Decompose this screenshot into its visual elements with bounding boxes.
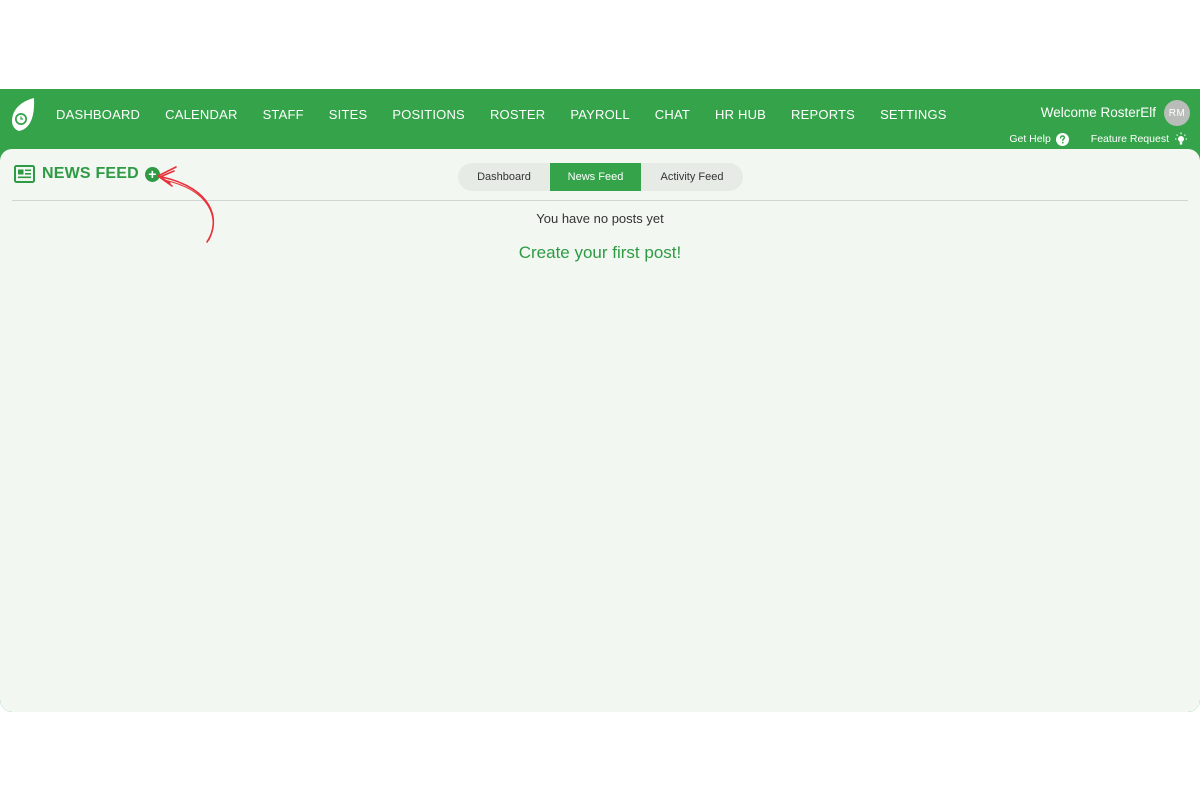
- tab-news-feed[interactable]: News Feed: [550, 163, 641, 191]
- create-first-post-label: Create your first post!: [518, 243, 682, 262]
- divider: [12, 200, 1188, 201]
- page-title: NEWS FEED +: [14, 165, 160, 183]
- feature-request-label: Feature Request: [1090, 133, 1169, 145]
- nav-dashboard[interactable]: DASHBOARD: [44, 103, 152, 126]
- avatar-initials: RM: [1168, 107, 1186, 119]
- tab-dashboard[interactable]: Dashboard: [458, 163, 550, 191]
- feature-request-link[interactable]: Feature Request: [1091, 132, 1188, 146]
- empty-state-message: You have no posts yet: [536, 211, 664, 226]
- main-nav: DASHBOARD CALENDAR STAFF SITES POSITIONS…: [44, 103, 960, 126]
- page-title-text: NEWS FEED: [42, 165, 139, 182]
- avatar[interactable]: RM: [1164, 100, 1190, 126]
- help-bar: Get Help Feature Request: [987, 132, 1188, 146]
- nav-staff[interactable]: STAFF: [251, 103, 316, 126]
- lightbulb-icon: [1175, 132, 1187, 145]
- get-help-label: Get Help: [1009, 133, 1051, 145]
- tab-activity-feed[interactable]: Activity Feed: [641, 163, 743, 191]
- logo-icon[interactable]: [6, 95, 38, 135]
- feed-tabs: Dashboard News Feed Activity Feed: [458, 163, 743, 191]
- nav-calendar[interactable]: CALENDAR: [153, 103, 249, 126]
- create-first-post-link[interactable]: Create your first post!: [0, 243, 1200, 263]
- get-help-link[interactable]: Get Help: [1009, 132, 1069, 146]
- nav-reports[interactable]: REPORTS: [779, 103, 867, 126]
- nav-payroll[interactable]: PAYROLL: [558, 103, 641, 126]
- nav-settings[interactable]: SETTINGS: [868, 103, 959, 126]
- main-content: NEWS FEED + Dashboard News Feed Activity…: [0, 149, 1200, 712]
- nav-hrhub[interactable]: HR HUB: [703, 103, 778, 126]
- nav-positions[interactable]: POSITIONS: [380, 103, 477, 126]
- nav-chat[interactable]: CHAT: [643, 103, 702, 126]
- question-circle-icon: [1055, 132, 1069, 146]
- top-navbar: DASHBOARD CALENDAR STAFF SITES POSITIONS…: [0, 89, 1200, 149]
- newspaper-icon: [14, 165, 35, 183]
- add-post-button[interactable]: +: [144, 166, 160, 182]
- nav-roster[interactable]: ROSTER: [478, 103, 557, 126]
- nav-sites[interactable]: SITES: [317, 103, 380, 126]
- welcome-text: Welcome RosterElf: [1040, 105, 1156, 120]
- app-window: DASHBOARD CALENDAR STAFF SITES POSITIONS…: [0, 89, 1200, 712]
